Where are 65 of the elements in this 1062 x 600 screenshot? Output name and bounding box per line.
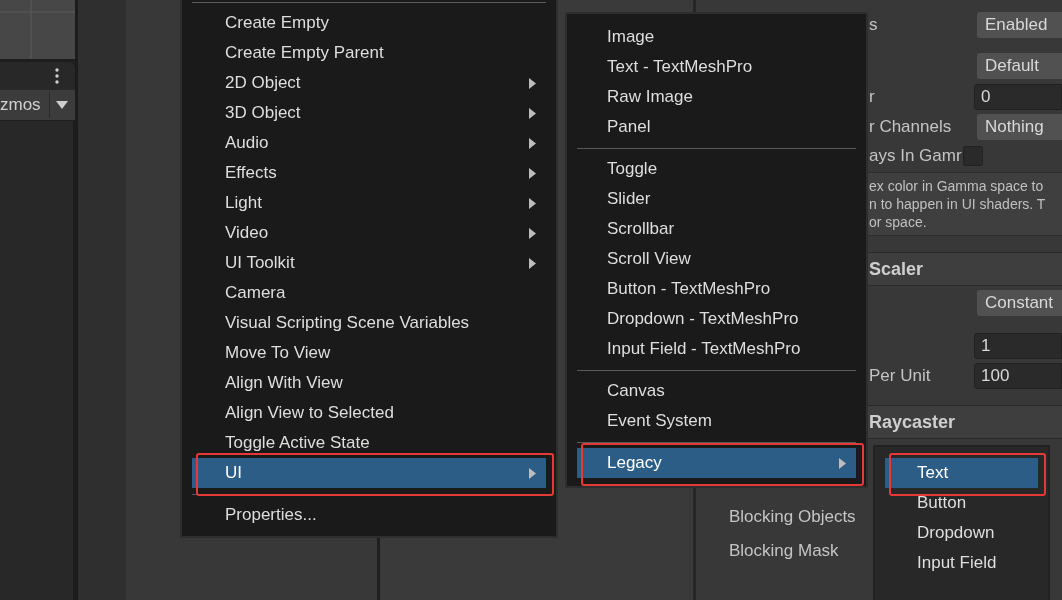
menu-item[interactable]: Button xyxy=(885,488,1038,518)
caret-icon xyxy=(529,107,536,119)
field-label: ays In Gamr xyxy=(869,145,962,168)
menu-item[interactable]: Audio xyxy=(192,128,546,158)
menu-item[interactable]: Canvas xyxy=(577,376,856,406)
menu-item[interactable]: Text - TextMeshPro xyxy=(577,52,856,82)
menu-item[interactable]: Panel xyxy=(577,112,856,142)
dropdown-icon[interactable] xyxy=(55,101,68,109)
more-icon[interactable] xyxy=(55,68,59,84)
menu-item[interactable]: Create Empty xyxy=(192,8,546,38)
dropdown-field[interactable]: Constant xyxy=(977,290,1062,316)
caret-icon xyxy=(529,77,536,89)
menu-item[interactable]: Effects xyxy=(192,158,546,188)
help-text: ex color in Gamma space to xyxy=(869,177,1045,195)
number-field[interactable]: 0 xyxy=(974,84,1062,110)
dropdown-field[interactable]: Enabled xyxy=(977,12,1062,38)
field-label: r xyxy=(869,87,875,107)
menu-item[interactable]: Input Field - TextMeshPro xyxy=(577,334,856,364)
menu-item[interactable]: Button - TextMeshPro xyxy=(577,274,856,304)
component-header[interactable]: Raycaster xyxy=(867,405,1062,439)
dropdown-field[interactable]: Default xyxy=(977,53,1062,79)
menu-item[interactable]: Dropdown xyxy=(885,518,1038,548)
menu-item[interactable]: Raw Image xyxy=(577,82,856,112)
field-label: Blocking Mask xyxy=(729,540,839,563)
number-field[interactable]: 100 xyxy=(974,363,1062,389)
menu-item[interactable]: Video xyxy=(192,218,546,248)
field-label: Blocking Objects xyxy=(729,506,856,529)
menu-item[interactable]: Move To View xyxy=(192,338,546,368)
menu-item[interactable]: UI Toolkit xyxy=(192,248,546,278)
menu-item[interactable]: Align With View xyxy=(192,368,546,398)
menu-item[interactable]: Input Field xyxy=(885,548,1038,578)
menu-item[interactable]: Scrollbar xyxy=(577,214,856,244)
menu-item[interactable]: Legacy xyxy=(577,448,856,478)
menu-item[interactable]: Toggle xyxy=(577,154,856,184)
caret-icon xyxy=(529,137,536,149)
menu-item[interactable]: Toggle Active State xyxy=(192,428,546,458)
caret-icon xyxy=(529,257,536,269)
menu-item[interactable]: Image xyxy=(577,22,856,52)
menu-item[interactable]: UI xyxy=(192,458,546,488)
menu-item[interactable]: Properties... xyxy=(192,500,546,530)
dropdown-field[interactable]: Nothing xyxy=(977,114,1062,140)
menu-item[interactable]: Light xyxy=(192,188,546,218)
field-label: r Channels xyxy=(869,117,952,137)
component-header[interactable]: Scaler xyxy=(867,252,1062,286)
field-label: Per Unit xyxy=(869,366,931,386)
menu-item[interactable]: Visual Scripting Scene Variables xyxy=(192,308,546,338)
caret-icon xyxy=(839,457,846,469)
caret-icon xyxy=(529,227,536,239)
caret-icon xyxy=(529,467,536,479)
menu-item[interactable]: Dropdown - TextMeshPro xyxy=(577,304,856,334)
menu-item[interactable]: Camera xyxy=(192,278,546,308)
help-text: or space. xyxy=(869,213,928,231)
field-label: s xyxy=(869,15,878,35)
menu-item[interactable]: Align View to Selected xyxy=(192,398,546,428)
caret-icon xyxy=(529,197,536,209)
menu-item[interactable]: Scroll View xyxy=(577,244,856,274)
menu-item[interactable]: 3D Object xyxy=(192,98,546,128)
menu-item[interactable]: 2D Object xyxy=(192,68,546,98)
menu-item[interactable]: Slider xyxy=(577,184,856,214)
menu-item[interactable]: Create Empty Parent xyxy=(192,38,546,68)
caret-icon xyxy=(529,167,536,179)
help-text: n to happen in UI shaders. T xyxy=(869,195,1047,213)
number-field[interactable]: 1 xyxy=(974,333,1062,359)
menu-item[interactable]: Text xyxy=(885,458,1038,488)
menu-item[interactable]: Event System xyxy=(577,406,856,436)
